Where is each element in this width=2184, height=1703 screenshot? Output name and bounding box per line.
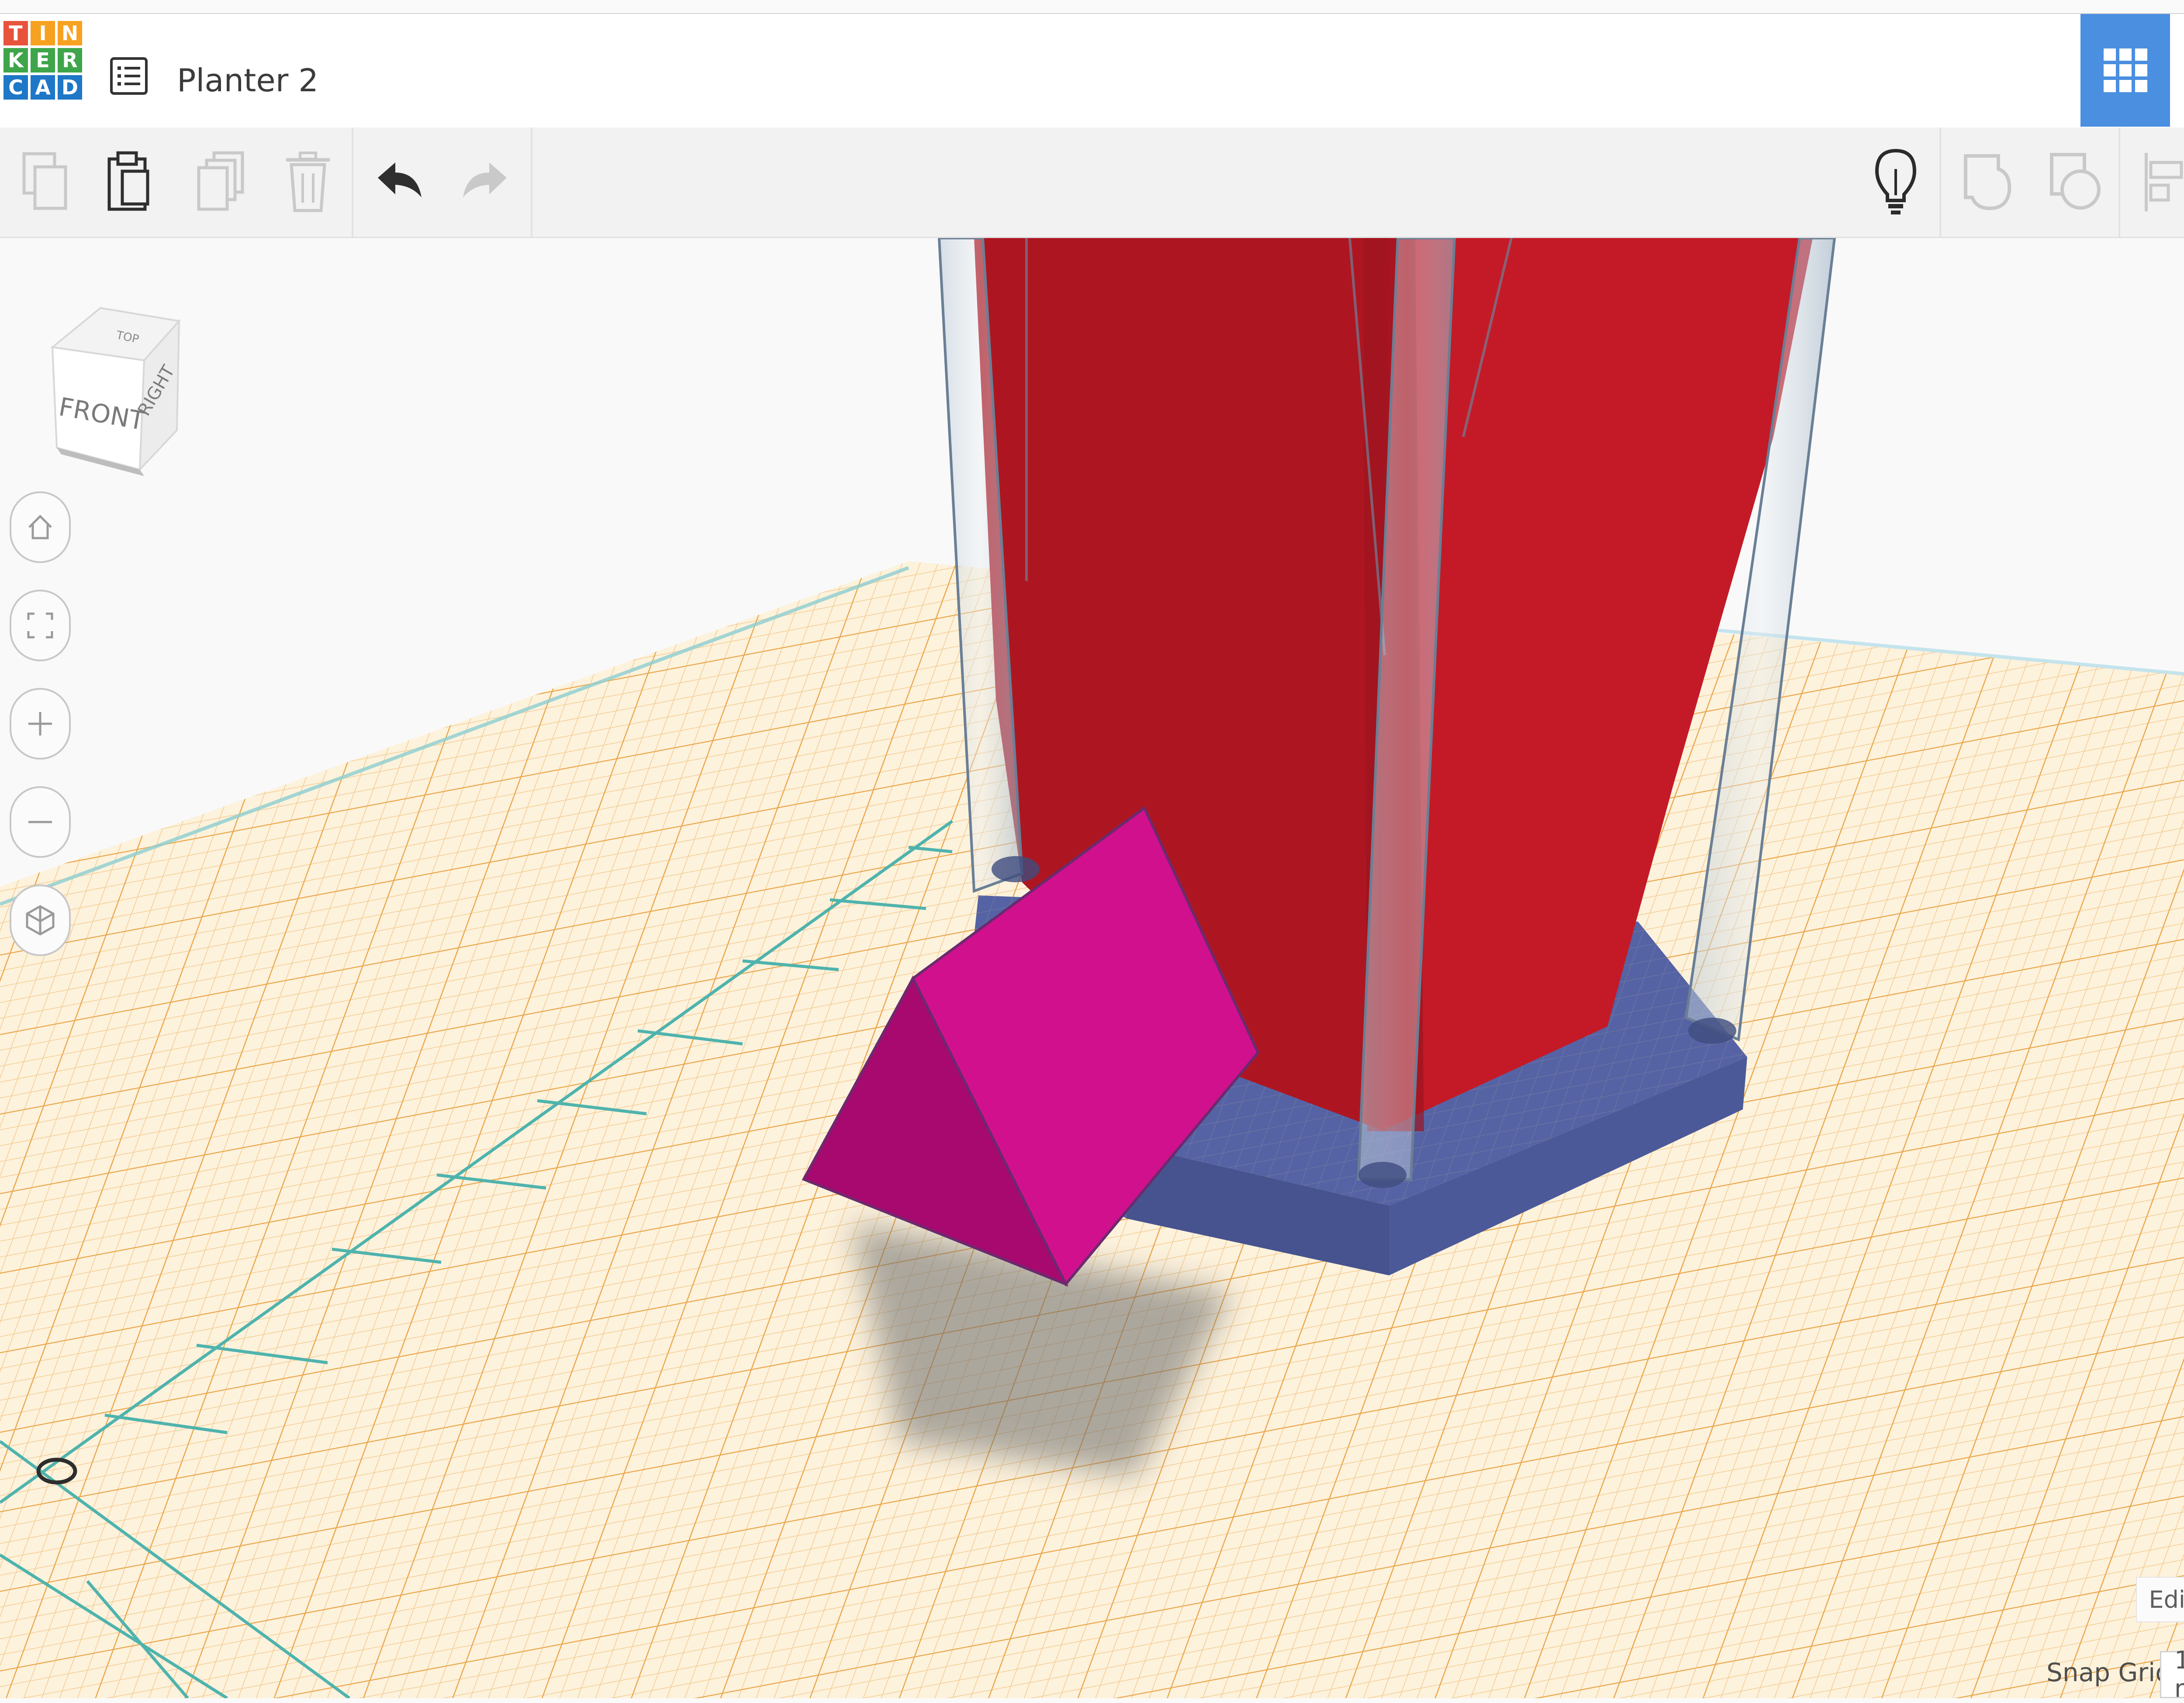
- list-icon: [110, 57, 148, 95]
- logo-letter: K: [3, 48, 28, 73]
- snap-grid-select[interactable]: 1.0 mm: [2160, 1646, 2184, 1703]
- tinkercad-logo[interactable]: T I N K E R C A D: [3, 21, 84, 101]
- 3d-design-view-button[interactable]: [2080, 14, 2170, 127]
- toolbar-divider: [2118, 128, 2120, 237]
- edit-grid-button[interactable]: Edit Grid: [2136, 1577, 2184, 1622]
- logo-letter: R: [58, 48, 82, 73]
- view-cube[interactable]: TOP FRONT RIGHT: [35, 299, 192, 491]
- delete-button[interactable]: [271, 136, 345, 228]
- view-cube-graphic: TOP FRONT RIGHT: [50, 307, 181, 476]
- logo-letter: I: [31, 21, 55, 45]
- notes-button[interactable]: [1859, 136, 1933, 228]
- 3d-viewport[interactable]: TOP FRONT RIGHT: [0, 238, 2184, 1698]
- edit-toolbar: [0, 128, 2184, 238]
- snap-grid-label: Snap Grid: [2046, 1658, 2172, 1687]
- paste-icon: [107, 151, 149, 211]
- home-icon: [28, 515, 52, 539]
- logo-letter: C: [3, 75, 28, 100]
- home-view-button[interactable]: [10, 491, 71, 563]
- ungroup-button[interactable]: [2038, 136, 2112, 228]
- design-list-button[interactable]: [107, 54, 151, 98]
- lightbulb-icon: [1875, 149, 1917, 214]
- undo-icon: [378, 162, 422, 197]
- group-button[interactable]: [1950, 136, 2025, 228]
- logo-letter: N: [58, 21, 82, 45]
- minecraft-view-button[interactable]: [2170, 14, 2184, 127]
- minus-icon: [28, 821, 52, 823]
- logo-letter: E: [31, 48, 55, 73]
- fit-view-icon: [27, 612, 53, 639]
- duplicate-button[interactable]: [183, 136, 258, 228]
- toolbar-divider: [1939, 128, 1941, 237]
- toolbar-divider: [531, 128, 532, 237]
- undo-button[interactable]: [363, 136, 437, 228]
- align-button[interactable]: [2127, 136, 2184, 228]
- workplane-scene[interactable]: [0, 238, 2184, 1698]
- plus-icon: [28, 712, 52, 736]
- trash-icon: [286, 152, 330, 212]
- perspective-toggle-button[interactable]: [10, 884, 71, 956]
- zoom-in-button[interactable]: [10, 688, 71, 760]
- align-icon: [2145, 153, 2183, 211]
- redo-button[interactable]: [448, 136, 522, 228]
- project-title[interactable]: Planter 2: [177, 62, 318, 99]
- perspective-icon: [26, 905, 55, 936]
- grid-icon: [2103, 48, 2147, 92]
- copy-button[interactable]: [9, 136, 83, 228]
- paste-button[interactable]: [92, 136, 166, 228]
- ungroup-icon: [2050, 153, 2101, 210]
- toolbar-divider: [352, 128, 353, 237]
- zoom-out-button[interactable]: [10, 786, 71, 858]
- logo-letter: T: [3, 21, 28, 45]
- copy-icon: [22, 152, 67, 210]
- group-icon: [1964, 154, 2011, 211]
- logo-letter: A: [31, 75, 55, 100]
- logo-letter: D: [58, 75, 82, 100]
- fit-view-button[interactable]: [10, 590, 71, 661]
- duplicate-icon: [197, 151, 244, 211]
- top-bar: T I N K E R C A D Planter 2: [0, 13, 2184, 128]
- redo-icon: [463, 162, 507, 197]
